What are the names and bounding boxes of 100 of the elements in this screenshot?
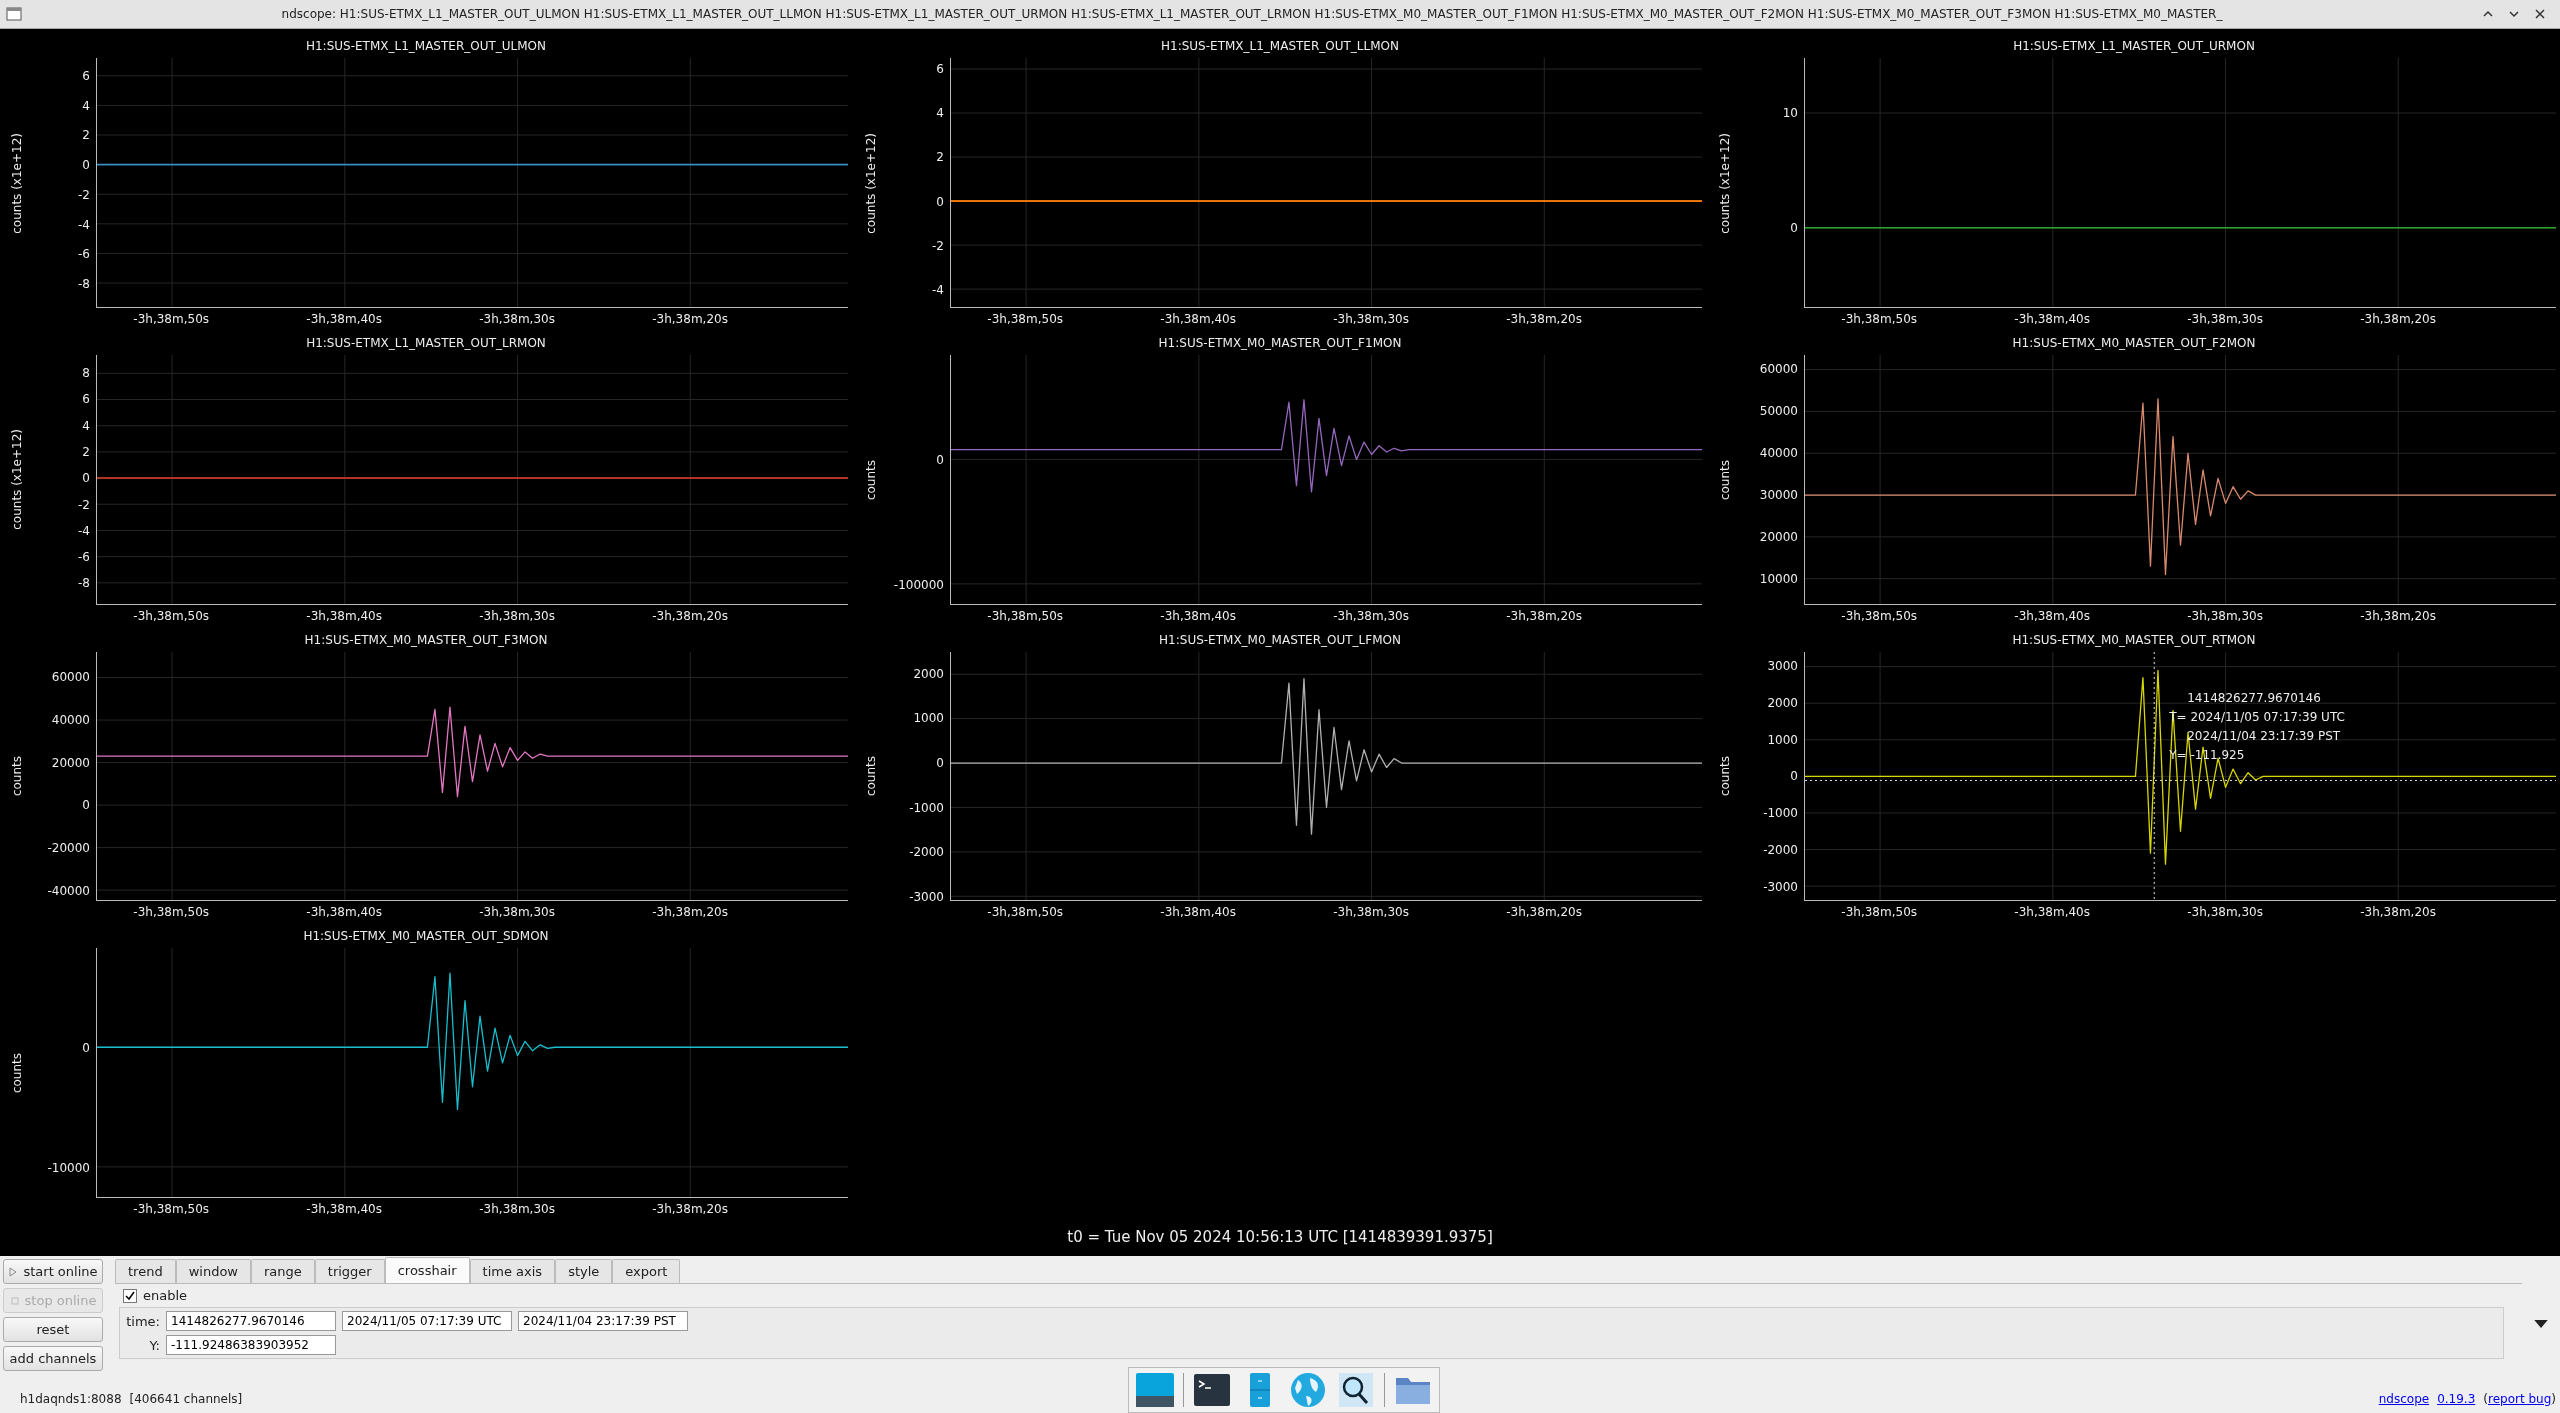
y-tick-label: 30000 xyxy=(1759,488,1798,503)
y-tick-label: -2000 xyxy=(1763,842,1798,857)
y-tick-label: 6 xyxy=(82,68,90,83)
enable-checkbox[interactable] xyxy=(123,1288,137,1303)
y-tick-label: 10000 xyxy=(1759,572,1798,587)
field-label: Y: xyxy=(148,1337,160,1353)
plot-title: H1:SUS-ETMX_M0_MASTER_OUT_F3MON xyxy=(303,631,549,649)
window-title: ndscope: H1:SUS-ETMX_L1_MASTER_OUT_ULMON H1:SUS-ETMX_L1_MASTER_OUT_LLMON H1:SUS-ETMX_L1_MASTER_OUT_URMON H1:SUS-ETMX_L1_MASTER_OUT_LRMON H1:SUS-ETMX_M0_MASTER_OUT_F1MON H1:SUS-ETMX_M0_MASTER_OUT_F2MON H1:SUS-ETMX_M0_MASTER_OUT_F3MON H1:SUS-ETMX_M0_MASTER_ xyxy=(280,7,2224,21)
paren-text: ) xyxy=(2551,1392,2556,1406)
plot-title: H1:SUS-ETMX_L1_MASTER_OUT_URMON xyxy=(2012,38,2256,55)
terminal-icon[interactable] xyxy=(1192,1372,1232,1408)
x-tick-label: -3h,38m,50s xyxy=(987,905,1064,920)
search-icon[interactable] xyxy=(1336,1372,1376,1408)
close-icon[interactable] xyxy=(2534,8,2546,20)
globe-icon[interactable] xyxy=(1288,1372,1328,1408)
play-icon xyxy=(8,1266,19,1277)
y-tick-label: 0 xyxy=(936,194,944,209)
y-tick-label: 4 xyxy=(82,418,90,433)
y-axis-label: counts (x1e+12) xyxy=(864,132,878,234)
x-tick-label: -3h,38m,30s xyxy=(479,608,555,623)
input-field[interactable]: -111.92486383903952 xyxy=(166,1335,336,1355)
tab[interactable]: export xyxy=(612,1259,681,1283)
x-tick-label: -3h,38m,20s xyxy=(1506,608,1582,623)
y-tick-label: 0 xyxy=(82,1040,90,1055)
y-tick-label: -3000 xyxy=(909,889,944,904)
x-tick-label: -3h,38m,40s xyxy=(1160,905,1236,920)
x-tick-label: -3h,38m,30s xyxy=(1333,905,1409,920)
y-axis-label: counts (x1e+12) xyxy=(1718,132,1732,234)
x-tick-label: -3h,38m,20s xyxy=(2360,311,2436,326)
plot-area[interactable] xyxy=(96,948,848,1198)
y-tick-label: -100000 xyxy=(893,577,944,592)
y-tick-label: 1000 xyxy=(913,711,944,726)
y-tick-label: 1000 xyxy=(1767,732,1798,747)
y-tick-label: 0 xyxy=(936,756,944,770)
x-tick-label: -3h,38m,50s xyxy=(133,1202,210,1216)
input-field[interactable]: 1414826277.9670146 xyxy=(166,1311,336,1331)
x-tick-label: -3h,38m,40s xyxy=(1160,311,1236,326)
x-tick-label: -3h,38m,30s xyxy=(2187,608,2263,623)
y-tick-label: -4 xyxy=(78,523,90,538)
y-tick-label: 4 xyxy=(82,98,90,113)
y-tick-label: 10 xyxy=(1782,106,1798,121)
x-tick-label: -3h,38m,50s xyxy=(987,311,1064,326)
y-tick-label: 0 xyxy=(82,471,90,486)
y-tick-label: 6 xyxy=(936,62,944,77)
tab[interactable]: style xyxy=(555,1259,613,1283)
tab[interactable]: window xyxy=(175,1259,251,1283)
y-tick-label: 20000 xyxy=(1759,530,1798,545)
tab[interactable]: time axis xyxy=(469,1259,556,1283)
window-icon xyxy=(6,7,22,21)
plot-title: H1:SUS-ETMX_M0_MASTER_OUT_RTMON xyxy=(2011,631,2257,649)
toolbar-button[interactable]: reset xyxy=(3,1317,103,1342)
y-tick-label: 0 xyxy=(1790,769,1798,784)
server-status: h1daqnds1:8088 xyxy=(20,1392,122,1406)
tab[interactable]: trend xyxy=(115,1259,176,1283)
plot-area[interactable] xyxy=(1804,354,2556,605)
x-tick-label: -3h,38m,20s xyxy=(2360,905,2436,920)
x-tick-label: -3h,38m,20s xyxy=(652,1202,728,1216)
x-tick-label: -3h,38m,30s xyxy=(1333,608,1409,623)
x-tick-label: -3h,38m,20s xyxy=(652,311,728,326)
x-tick-label: -3h,38m,30s xyxy=(1333,311,1409,326)
tab[interactable]: crosshair xyxy=(384,1257,470,1283)
y-tick-label: -6 xyxy=(78,247,90,262)
y-tick-label: -40000 xyxy=(47,883,90,898)
y-tick-label: 3000 xyxy=(1767,659,1798,674)
y-tick-label: -4 xyxy=(932,283,944,298)
input-field[interactable]: 2024/11/04 23:17:39 PST xyxy=(518,1311,688,1331)
toolbar-button[interactable]: start online xyxy=(3,1259,103,1284)
dropdown-arrow-icon[interactable] xyxy=(2534,1319,2548,1329)
x-tick-label: -3h,38m,40s xyxy=(2014,905,2090,920)
report-bug-link[interactable]: report bug xyxy=(2488,1392,2552,1406)
t0-label: t0 = Tue Nov 05 2024 10:56:13 UTC [1414839391.9375] xyxy=(1066,1227,1494,1248)
app-link[interactable]: ndscope xyxy=(2378,1392,2430,1406)
field-label: time: xyxy=(125,1313,160,1329)
y-tick-label: -4 xyxy=(78,217,90,232)
y-axis-label: counts xyxy=(864,756,878,797)
x-tick-label: -3h,38m,20s xyxy=(652,608,728,623)
version-link[interactable]: 0.19.3 xyxy=(2437,1392,2476,1406)
toolbar-button[interactable]: add channels xyxy=(3,1346,103,1371)
y-axis-label: counts xyxy=(10,1053,24,1094)
channel-count: [406641 channels] xyxy=(129,1392,243,1406)
tab[interactable]: trigger xyxy=(314,1259,385,1283)
crosshair-readout: 1414826277.9670146 xyxy=(2186,691,2322,706)
display-icon[interactable] xyxy=(1135,1372,1175,1408)
x-tick-label: -3h,38m,20s xyxy=(2360,608,2436,623)
y-tick-label: 40000 xyxy=(51,712,90,727)
checkbox-label: enable xyxy=(143,1288,188,1303)
x-tick-label: -3h,38m,40s xyxy=(2014,311,2090,326)
input-field[interactable]: 2024/11/05 07:17:39 UTC xyxy=(342,1311,512,1331)
y-tick-label: -3000 xyxy=(1763,879,1798,894)
x-tick-label: -3h,38m,50s xyxy=(133,311,210,326)
plot-area[interactable] xyxy=(950,651,1702,902)
x-tick-label: -3h,38m,40s xyxy=(306,608,382,623)
y-tick-label: -8 xyxy=(78,576,90,591)
x-tick-label: -3h,38m,30s xyxy=(2187,311,2263,326)
tab[interactable]: range xyxy=(251,1259,315,1283)
y-tick-label: 8 xyxy=(82,366,90,381)
plot-title: H1:SUS-ETMX_L1_MASTER_OUT_ULMON xyxy=(304,38,548,55)
y-axis-label: counts xyxy=(1718,459,1732,500)
y-axis-label: counts xyxy=(864,459,878,500)
y-tick-label: -2000 xyxy=(909,845,944,860)
